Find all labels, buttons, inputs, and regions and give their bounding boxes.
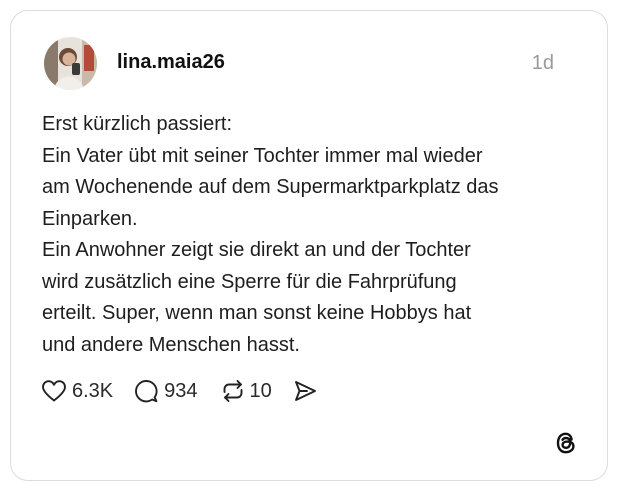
threads-logo-icon[interactable] — [553, 430, 579, 456]
post-text: Erst kürzlich passiert: Ein Vater übt mi… — [42, 109, 582, 361]
avatar-image — [44, 37, 97, 90]
like-button[interactable]: 6.3K — [41, 379, 113, 403]
post-text-line: Einparken. — [42, 207, 138, 230]
post-timestamp: 1d — [531, 52, 554, 74]
post-text-line: Ein Vater übt mit seiner Tochter immer m… — [42, 144, 483, 167]
post-text-line: Erst kürzlich passiert: — [42, 113, 233, 135]
repost-button[interactable]: 10 — [220, 378, 272, 404]
repost-count: 10 — [249, 379, 272, 402]
avatar[interactable] — [44, 37, 97, 90]
action-bar: 6.3K 934 10 — [41, 376, 318, 406]
post-text-line: wird zusätzlich eine Sperre für die Fahr… — [42, 270, 457, 293]
post-card: lina.maia26 1d Erst kürzlich passiert: E… — [10, 10, 608, 481]
heart-icon — [41, 379, 67, 403]
like-count: 6.3K — [72, 379, 114, 402]
speech-bubble-icon — [133, 378, 159, 404]
share-button[interactable] — [292, 378, 318, 404]
username[interactable]: lina.maia26 — [117, 51, 225, 74]
post-text-line: Ein Anwohner zeigt sie direkt an und der… — [42, 239, 471, 261]
repost-icon — [220, 378, 246, 404]
comment-button[interactable]: 934 — [133, 378, 198, 404]
post-text-line: erteilt. Super, wenn man sonst keine Hob… — [42, 302, 472, 324]
send-icon — [292, 378, 318, 404]
post-text-line: am Wochenende auf dem Supermarktparkplat… — [42, 176, 499, 198]
comment-count: 934 — [164, 379, 198, 402]
post-text-line: und andere Menschen hasst. — [42, 333, 300, 356]
